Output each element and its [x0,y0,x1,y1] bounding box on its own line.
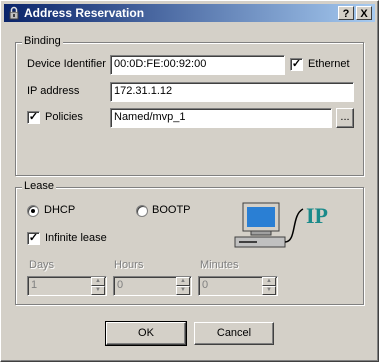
infinite-lease-checkbox[interactable]: ✓ [27,232,40,245]
lock-icon [9,6,19,20]
device-identifier-label: Device Identifier [27,58,106,70]
help-button[interactable]: ? [338,6,354,20]
address-reservation-dialog: Address Reservation ? X Binding Device I… [0,0,379,362]
hours-label: Hours [114,259,144,271]
dhcp-radio[interactable] [27,205,39,217]
lease-group-label: Lease [22,180,56,192]
ok-button[interactable]: OK [105,321,187,346]
days-spinner[interactable]: ▲ ▼ [91,277,105,295]
title-bar: Address Reservation ? X [4,4,375,22]
browse-policies-button[interactable]: ... [336,108,354,128]
hours-spinner[interactable]: ▲ ▼ [176,277,190,295]
bootp-label: BOOTP [152,204,191,216]
infinite-lease-label: Infinite lease [45,232,107,244]
spin-down-icon[interactable]: ▼ [91,286,105,295]
ip-graphic-text: IP [306,203,328,228]
spin-up-icon[interactable]: ▲ [91,277,105,286]
binding-group-label: Binding [22,35,63,47]
bootp-radio[interactable] [136,205,148,217]
spin-down-icon[interactable]: ▼ [176,286,190,295]
minutes-label: Minutes [200,259,239,271]
device-identifier-field[interactable]: 00:0D:FE:00:92:00 [110,55,285,75]
radio-selected-dot [31,209,35,213]
window-title: Address Reservation [24,6,145,20]
ip-address-label: IP address [27,85,80,97]
policies-field[interactable]: Named/mvp_1 [110,108,332,128]
policies-label: Policies [45,111,83,123]
policies-checkbox[interactable]: ✓ [27,111,40,124]
computer-ip-icon: IP [234,202,328,248]
ip-address-field[interactable]: 172.31.1.12 [110,82,354,102]
close-button[interactable]: X [356,6,372,20]
spin-down-icon[interactable]: ▼ [262,286,276,295]
ethernet-checkbox[interactable]: ✓ [290,58,303,71]
minutes-spinner[interactable]: ▲ ▼ [262,277,276,295]
dhcp-label: DHCP [44,204,76,216]
ethernet-label: Ethernet [308,58,350,70]
spin-up-icon[interactable]: ▲ [262,277,276,286]
cancel-button[interactable]: Cancel [194,322,274,345]
spin-up-icon[interactable]: ▲ [176,277,190,286]
days-label: Days [29,259,55,271]
